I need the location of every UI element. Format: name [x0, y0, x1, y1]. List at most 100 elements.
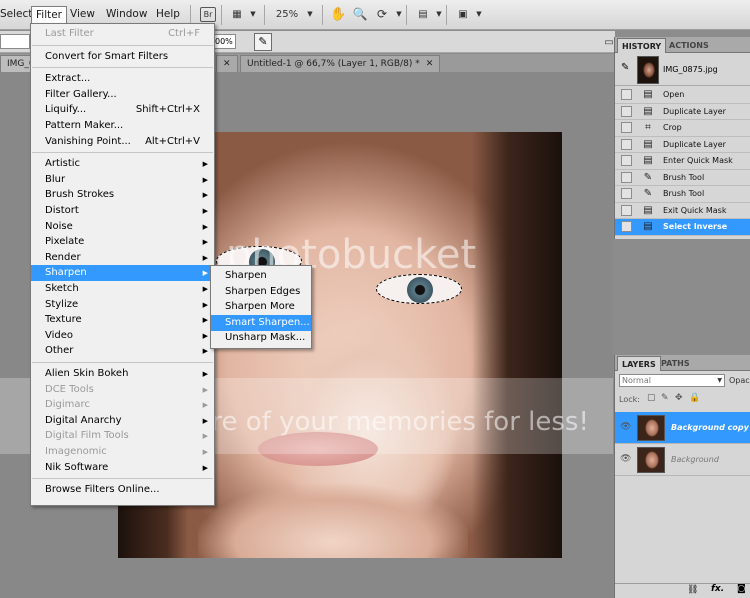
filter-menu-item[interactable]: Render ▶: [31, 250, 214, 266]
close-icon[interactable]: ✕: [223, 59, 231, 69]
link-layers-icon[interactable]: ⛓: [687, 585, 698, 595]
rotate-view-icon[interactable]: ⟳: [374, 5, 390, 24]
filter-menu-item[interactable]: Brush Strokes ▶: [31, 187, 214, 203]
add-mask-icon[interactable]: ◙: [737, 584, 746, 594]
filter-menu-item[interactable]: Liquify... Shift+Ctrl+X: [31, 102, 214, 118]
filter-menu-item[interactable]: Pixelate ▶: [31, 234, 214, 250]
filter-menu-item[interactable]: Other ▶: [31, 343, 214, 359]
filter-menu-item[interactable]: Stylize ▶: [31, 297, 214, 313]
blend-mode-select[interactable]: Normal ▼: [619, 374, 725, 387]
filter-menu-item[interactable]: Nik Software ▶: [31, 460, 214, 476]
chevron-down-icon[interactable]: ▼: [474, 5, 484, 24]
menu-item-label: Sharpen: [45, 267, 87, 279]
arrange-documents-icon[interactable]: ▤: [414, 5, 432, 24]
history-source-checkbox[interactable]: [621, 122, 632, 133]
chevron-down-icon[interactable]: ▼: [394, 5, 404, 24]
filter-menu-item[interactable]: Video ▶: [31, 328, 214, 344]
layer-name: Background copy: [671, 423, 749, 432]
filter-menu-item[interactable]: Extract...: [31, 71, 214, 87]
visibility-eye-icon[interactable]: 👁: [620, 454, 632, 464]
menu-select[interactable]: Select: [0, 6, 32, 23]
chevron-down-icon[interactable]: ▼: [305, 5, 315, 24]
tablet-icon[interactable]: ▭: [604, 33, 614, 52]
menu-view[interactable]: View: [70, 6, 95, 23]
history-source-checkbox[interactable]: [621, 204, 632, 216]
tab-untitled[interactable]: Untitled-1 @ 66,7% (Layer 1, RGB/8) * ✕: [240, 55, 441, 73]
tool-preset-field[interactable]: [0, 34, 30, 49]
history-state[interactable]: ▤ Duplicate Layer: [615, 137, 750, 153]
lock-all-icon[interactable]: 🔒: [689, 393, 700, 403]
menu-help[interactable]: Help: [156, 6, 180, 23]
sharpen-submenu-item[interactable]: Unsharp Mask...: [211, 330, 311, 346]
filter-menu-item[interactable]: Convert for Smart Filters: [31, 49, 214, 65]
history-source-checkbox[interactable]: [621, 155, 632, 166]
hand-tool-icon[interactable]: ✋: [330, 5, 346, 24]
history-source-checkbox[interactable]: [621, 188, 632, 199]
close-icon[interactable]: ✕: [426, 56, 434, 73]
filter-menu-item[interactable]: Distort ▶: [31, 203, 214, 219]
sharpen-submenu-item[interactable]: Sharpen More: [211, 299, 311, 315]
sharpen-submenu: Sharpen Sharpen Edges Sharpen More Smart Sh…: [210, 265, 312, 349]
flow-field[interactable]: 00%: [212, 34, 236, 49]
history-state[interactable]: ▤ Duplicate Layer: [615, 104, 750, 120]
chevron-down-icon[interactable]: ▼: [434, 5, 444, 24]
tab-close-img[interactable]: ✕: [216, 55, 238, 72]
filter-menu-item[interactable]: Artistic ▶: [31, 156, 214, 172]
history-source-checkbox[interactable]: [621, 138, 632, 150]
menu-filter[interactable]: Filter: [31, 6, 68, 23]
airbrush-toggle-icon[interactable]: ✎: [254, 33, 272, 51]
filter-menu-item[interactable]: Digital Anarchy ▶: [31, 413, 214, 429]
tab-paths[interactable]: PATHS: [657, 356, 694, 371]
chevron-down-icon[interactable]: ▼: [248, 5, 258, 24]
zoom-tool-icon[interactable]: 🔍: [352, 5, 368, 24]
zoom-level[interactable]: 25%: [272, 5, 302, 24]
history-state[interactable]: ▤ Enter Quick Mask: [615, 153, 750, 170]
history-source-checkbox[interactable]: [621, 105, 632, 117]
filter-menu-item[interactable]: Blur ▶: [31, 172, 214, 188]
filter-menu-item[interactable]: Pattern Maker...: [31, 118, 214, 134]
history-state[interactable]: ▤ Open: [615, 87, 750, 104]
lock-pixels-icon[interactable]: ✎: [661, 393, 669, 403]
filter-menu-item[interactable]: Sketch ▶: [31, 281, 214, 297]
tab-layers[interactable]: LAYERS: [617, 356, 661, 371]
filter-menu-item[interactable]: Noise ▶: [31, 219, 214, 235]
screen-mode-icon[interactable]: ▣: [454, 5, 472, 24]
history-source-checkbox[interactable]: [621, 89, 632, 100]
brush-source-icon[interactable]: ✎: [621, 62, 629, 73]
visibility-eye-icon[interactable]: 👁: [620, 422, 632, 432]
menu-window[interactable]: Window: [106, 6, 147, 23]
history-state[interactable]: ✎ Brush Tool: [615, 186, 750, 203]
sharpen-submenu-item[interactable]: Sharpen Edges: [211, 284, 311, 300]
lock-position-icon[interactable]: ✥: [675, 393, 683, 403]
history-source-checkbox[interactable]: [621, 171, 632, 183]
filter-menu-item[interactable]: Filter Gallery...: [31, 87, 214, 103]
layer-row-background[interactable]: 👁 Background: [615, 444, 750, 476]
filter-menu-item[interactable]: Texture ▶: [31, 312, 214, 328]
tab-actions[interactable]: ACTIONS: [665, 38, 713, 53]
history-snapshot[interactable]: ✎ IMG_0875.jpg: [615, 54, 750, 86]
filter-menu-item[interactable]: Sharpen ▶: [31, 265, 214, 282]
lock-label: Lock:: [619, 395, 640, 404]
history-state[interactable]: ⌗ Crop: [615, 120, 750, 137]
bridge-icon[interactable]: Br: [200, 7, 216, 22]
menu-separator: [32, 44, 213, 46]
lock-transparent-icon[interactable]: ▢: [647, 393, 656, 403]
menu-item-label: Sketch: [45, 283, 79, 294]
layer-style-icon[interactable]: fx.: [711, 584, 724, 594]
filter-menu-item[interactable]: Alien Skin Bokeh ▶: [31, 366, 214, 382]
tab-history[interactable]: HISTORY: [617, 38, 667, 53]
history-state[interactable]: ✎ Brush Tool: [615, 170, 750, 186]
history-source-checkbox[interactable]: [621, 221, 632, 232]
submenu-arrow-icon: ▶: [202, 385, 208, 394]
sharpen-submenu-item[interactable]: Smart Sharpen...: [211, 314, 311, 331]
layer-row-background-copy[interactable]: 👁 Background copy: [615, 412, 750, 444]
snapshot-label: IMG_0875.jpg: [663, 65, 718, 74]
history-state[interactable]: ▤ Exit Quick Mask: [615, 203, 750, 219]
submenu-arrow-icon: ▶: [202, 160, 208, 169]
filter-menu-item[interactable]: Vanishing Point... Alt+Ctrl+V: [31, 134, 214, 150]
view-extras-icon[interactable]: ▦: [228, 5, 246, 24]
history-state[interactable]: ▤ Select Inverse: [615, 219, 750, 236]
menu-item-label: Liquify...: [45, 104, 87, 116]
filter-menu-item[interactable]: Browse Filters Online...: [31, 482, 214, 498]
sharpen-submenu-item[interactable]: Sharpen: [211, 268, 311, 284]
